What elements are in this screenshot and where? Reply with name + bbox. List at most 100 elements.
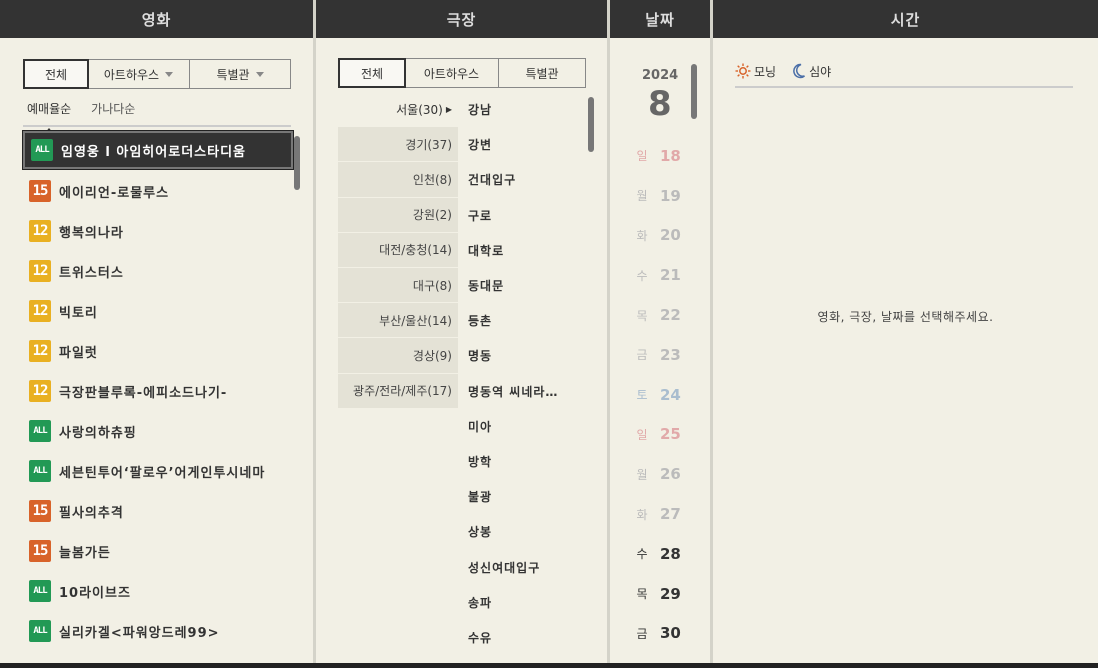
theater-list-scrollbar[interactable] [588,97,594,152]
date-item[interactable]: 금 30 [636,614,696,654]
movie-item[interactable]: 12 트위스터스 [23,251,293,291]
day-number: 29 [660,584,681,603]
movie-item[interactable]: ALL 실리카겔<파워앙드레99> [23,611,293,651]
date-item[interactable]: 금 23 [636,335,696,375]
date-item[interactable]: 월 19 [636,176,696,216]
rating-12-icon: 12 [29,380,51,402]
tab-special-theaters[interactable]: 특별관 [499,59,585,87]
movie-item[interactable]: 15 늘봄가든 [23,531,293,571]
movie-title: 필사의추격 [59,505,124,521]
region-label: 부산/울산(14) [379,313,452,328]
weekday-label: 일 [636,149,648,164]
theater-item[interactable]: 성신여대입구 [468,549,593,584]
day-number: 20 [660,226,681,245]
moon-icon [793,63,806,79]
tab-label: 전체 [44,67,68,82]
region-list: 서울(30) ▶ 경기(37) 인천(8) 강원(2) 대전/충청(14) 대구(8) 부산/… [338,92,458,409]
day-number: 19 [660,186,681,205]
region-item[interactable]: 경상(9) [338,338,458,374]
weekday-label: 화 [636,228,648,243]
sort-by-alphabet[interactable]: 가나다순 [87,100,139,125]
movie-item[interactable]: 15 에이리언-로물루스 [23,171,293,211]
date-item[interactable]: 일 25 [636,415,696,455]
movie-item[interactable]: ALL 10라이브즈 [23,571,293,611]
theater-item[interactable]: 강변 [468,127,593,162]
movie-title: 세븐틴투어‘팔로우’어게인투시네마 [59,465,266,481]
booking-page: 영화 전체 아트하우스 특별관 예매율순 가나다순 ALL 임영웅 l 아임히어로… [0,0,1098,668]
tab-all-theaters[interactable]: 전체 [338,58,406,88]
date-item[interactable]: 목 29 [636,574,696,614]
weekday-label: 토 [636,388,648,403]
weekday-label: 일 [636,427,648,442]
theater-item[interactable]: 동대문 [468,268,593,303]
theater-item[interactable]: 등촌 [468,303,593,338]
weekday-label: 월 [636,467,648,482]
theater-item[interactable]: 건대입구 [468,162,593,197]
movie-item[interactable]: 12 파일럿 [23,331,293,371]
tab-all-movies[interactable]: 전체 [23,59,89,89]
day-number: 26 [660,465,681,484]
movie-list: ALL 임영웅 l 아임히어로더스타디움 15 에이리언-로물루스 12 행복의나라 12 트… [22,130,294,651]
region-label: 경상(9) [412,348,452,363]
tab-arthouse-theaters[interactable]: 아트하우스 [405,59,499,87]
movie-item[interactable]: ALL 세븐틴투어‘팔로우’어게인투시네마 [23,451,293,491]
region-item[interactable]: 대구(8) [338,267,458,304]
movie-item[interactable]: ALL 사랑의하츄핑 [23,411,293,451]
theater-item[interactable]: 명동역 씨네라… [468,374,593,409]
chevron-right-icon: ▶ [445,104,452,114]
tab-arthouse-movies[interactable]: 아트하우스 [88,60,190,88]
region-item[interactable]: 인천(8) [338,162,458,198]
rating-all-icon: ALL [29,620,51,642]
date-item[interactable]: 수 21 [636,255,696,295]
movie-item[interactable]: 15 필사의추격 [23,491,293,531]
movie-column: 영화 전체 아트하우스 특별관 예매율순 가나다순 ALL 임영웅 l 아임히어로… [0,0,316,668]
theater-item[interactable]: 송파 [468,585,593,620]
day-number: 22 [660,306,681,325]
day-list: 일 18 월 19 화 20 수 21 목 22 금 23 토 24 일 25 월 26 화 27 수 28 목 29 금 30 [636,136,696,653]
time-placeholder-message: 영화, 극장, 날짜를 선택해주세요. [817,310,994,324]
theater-column-header: 극장 [316,0,607,38]
date-item[interactable]: 일 18 [636,136,696,176]
date-item[interactable]: 화 20 [636,216,696,256]
movie-title: 늘봄가든 [59,545,111,561]
region-item[interactable]: 광주/전라/제주(17) [338,373,458,409]
date-item[interactable]: 목 22 [636,295,696,335]
region-item[interactable]: 경기(37) [338,127,458,163]
movie-item[interactable]: 12 극장판블루록-에피소드나기- [23,371,293,411]
month-label: 8 [648,84,672,124]
weekday-label: 금 [636,626,648,641]
date-item[interactable]: 토 24 [636,375,696,415]
movie-list-scrollbar[interactable] [294,136,300,190]
region-item[interactable]: 서울(30) ▶ [338,92,458,128]
date-list-scrollbar[interactable] [691,64,697,119]
sort-by-booking-rate[interactable]: 예매율순 [23,100,75,134]
movie-item[interactable]: ALL 임영웅 l 아임히어로더스타디움 [22,130,294,170]
weekday-label: 금 [636,348,648,363]
movie-item[interactable]: 12 빅토리 [23,291,293,331]
region-label: 광주/전라/제주(17) [353,384,452,399]
region-item[interactable]: 강원(2) [338,197,458,233]
region-item[interactable]: 부산/울산(14) [338,303,458,339]
date-item[interactable]: 월 26 [636,454,696,494]
rating-all-icon: ALL [31,139,53,161]
day-number: 18 [660,146,681,165]
theater-item[interactable]: 명동 [468,338,593,373]
date-item[interactable]: 화 27 [636,494,696,534]
movie-sort-options: 예매율순 가나다순 [23,100,291,134]
tab-special-movies[interactable]: 특별관 [190,60,290,88]
theater-item[interactable]: 구로 [468,198,593,233]
theater-item[interactable]: 방학 [468,444,593,479]
date-item[interactable]: 수 28 [636,534,696,574]
region-label: 인천(8) [412,172,452,187]
theater-item[interactable]: 불광 [468,479,593,514]
region-item[interactable]: 대전/충청(14) [338,232,458,268]
time-legend: 모닝 심야 [735,56,1073,88]
theater-item[interactable]: 미아 [468,409,593,444]
theater-item[interactable]: 상봉 [468,514,593,549]
theater-item[interactable]: 수유 [468,620,593,655]
theater-item[interactable]: 대학로 [468,233,593,268]
day-number: 28 [660,544,681,563]
year-label: 2024 [642,68,679,83]
movie-item[interactable]: 12 행복의나라 [23,211,293,251]
theater-item[interactable]: 강남 [468,92,593,127]
